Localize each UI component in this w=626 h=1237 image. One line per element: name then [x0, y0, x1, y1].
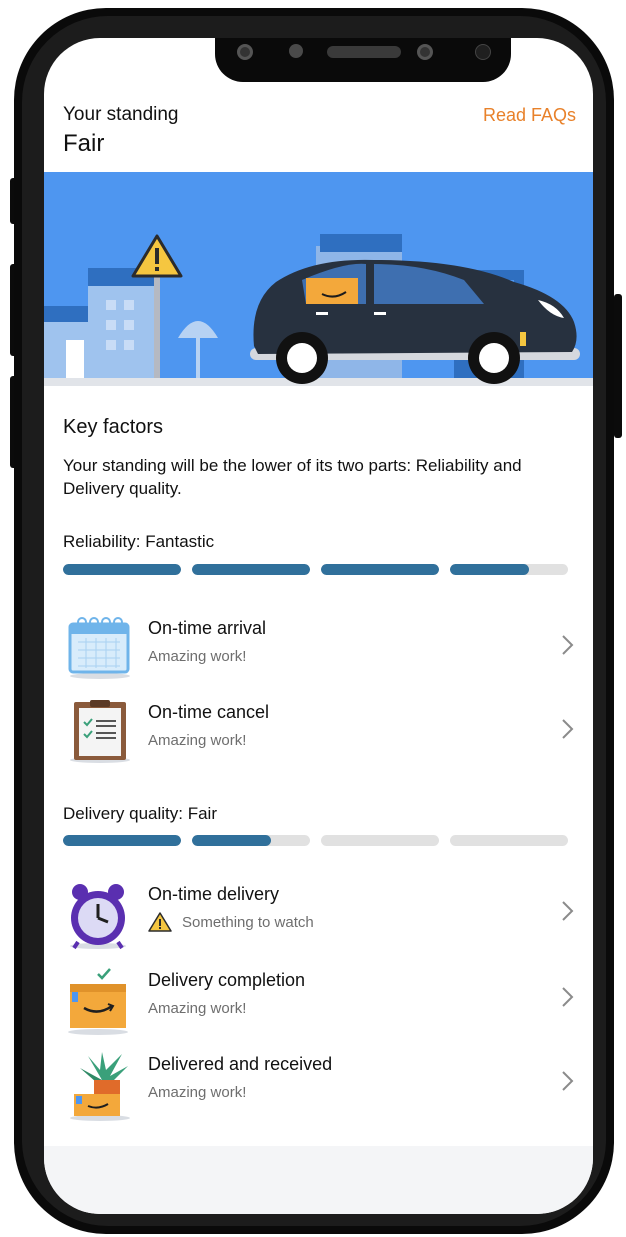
chevron-right-icon	[561, 1070, 575, 1092]
factor-status: Amazing work!	[148, 1084, 247, 1101]
chevron-right-icon	[561, 718, 575, 740]
chevron-right-icon	[561, 986, 575, 1008]
key-factors-description: Your standing will be the lower of its t…	[63, 456, 522, 498]
progress-segment	[63, 564, 181, 575]
factor-status: Amazing work!	[148, 1000, 247, 1017]
delivery-quality-label: Delivery quality: Fair	[63, 804, 217, 823]
warning-icon	[148, 911, 172, 933]
progress-segment-fill	[321, 564, 439, 575]
reliability-progress-bar	[63, 564, 568, 575]
factor-row-delivered-and-received[interactable]: Delivered and received Amazing work!	[44, 1044, 593, 1124]
progress-segment	[321, 564, 439, 575]
factor-title: Delivery completion	[148, 970, 306, 990]
factor-row-on-time-arrival[interactable]: On-time arrival Amazing work!	[44, 608, 593, 688]
chevron-right-icon	[561, 900, 575, 922]
factor-title: Delivered and received	[148, 1054, 333, 1074]
standing-value: Fair	[63, 130, 105, 157]
factor-row-delivery-completion[interactable]: Delivery completion Amazing work!	[44, 960, 593, 1040]
factor-status: Amazing work!	[148, 732, 247, 749]
reliability-label: Reliability: Fantastic	[63, 532, 215, 551]
speaker-grille	[327, 46, 401, 58]
front-sensor	[475, 44, 491, 60]
factor-title: On-time arrival	[148, 618, 267, 638]
factor-status: Something to watch	[182, 914, 314, 931]
progress-segment	[450, 564, 568, 575]
progress-segment-fill	[63, 835, 181, 846]
chevron-right-icon	[561, 634, 575, 656]
delivery-quality-progress-bar	[63, 835, 568, 846]
standing-title: Your standing	[63, 104, 179, 125]
calendar-icon	[66, 614, 136, 680]
factor-row-on-time-cancel[interactable]: On-time cancel Amazing work!	[44, 692, 593, 772]
progress-segment	[450, 835, 568, 846]
factor-title: On-time cancel	[148, 702, 270, 722]
car-city-illustration	[44, 234, 593, 386]
progress-segment	[63, 835, 181, 846]
progress-segment	[321, 835, 439, 846]
front-sensor	[237, 44, 253, 60]
front-sensor	[289, 44, 303, 58]
key-factors-title: Key factors	[63, 416, 164, 438]
progress-segment	[192, 835, 310, 846]
progress-segment	[192, 564, 310, 575]
package-check-icon	[66, 966, 136, 1035]
phone-notch	[215, 38, 511, 82]
factor-row-on-time-delivery[interactable]: On-time delivery Something to watch	[44, 874, 593, 954]
clipboard-icon	[66, 698, 136, 764]
progress-segment-fill	[192, 564, 310, 575]
app-screen: Your standing Fair Read FAQs Key factors…	[44, 38, 593, 1214]
package-plant-icon	[66, 1050, 136, 1121]
progress-segment-fill	[63, 564, 181, 575]
front-camera	[417, 44, 433, 60]
bottom-safe-area	[44, 1146, 593, 1214]
standing-banner-illustration	[44, 172, 593, 386]
factor-status: Amazing work!	[148, 648, 247, 665]
factor-title: On-time delivery	[148, 884, 280, 904]
read-faqs-link[interactable]: Read FAQs	[483, 105, 576, 126]
progress-segment-fill	[450, 564, 530, 575]
progress-segment-fill	[192, 835, 272, 846]
alarm-clock-icon	[66, 880, 136, 950]
power-button	[614, 294, 622, 438]
